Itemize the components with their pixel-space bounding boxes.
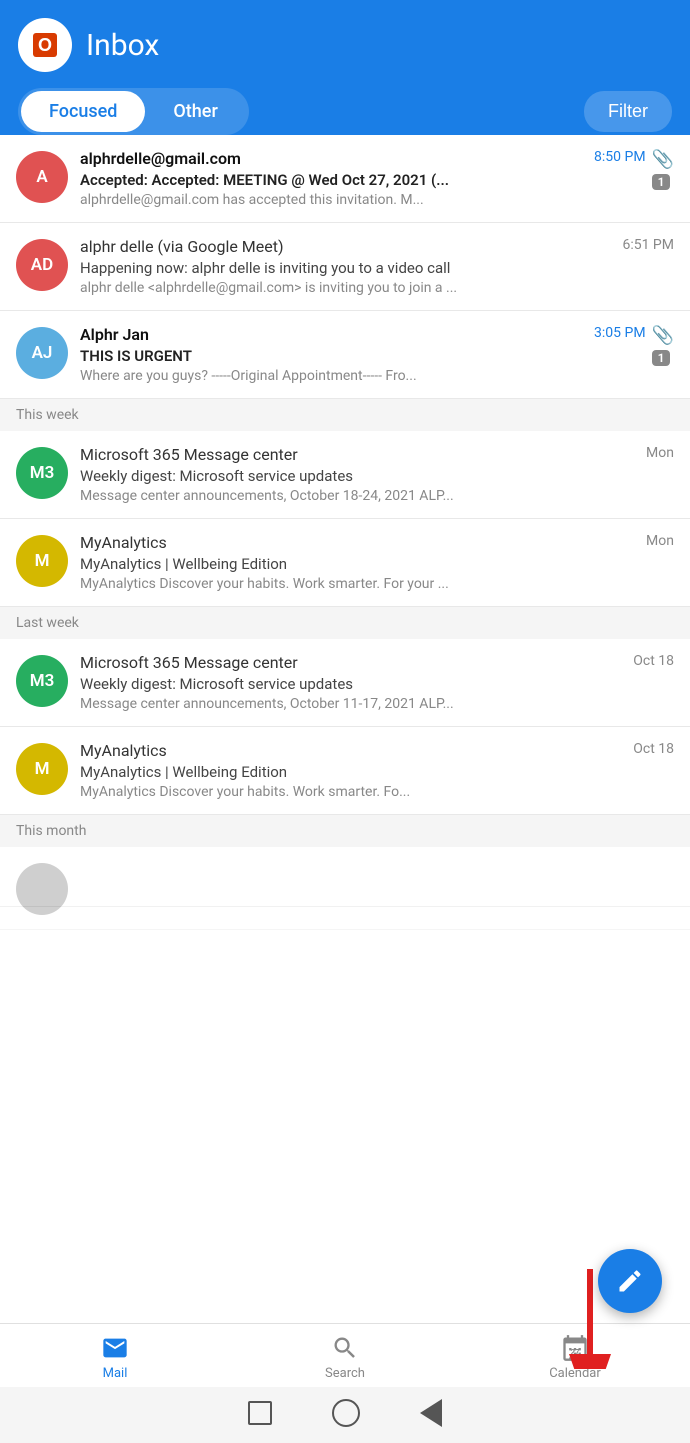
email-sender: MyAnalytics [80, 741, 625, 760]
svg-text:O: O [38, 35, 52, 55]
search-icon [331, 1334, 359, 1362]
email-preview: MyAnalytics Discover your habits. Work s… [80, 576, 674, 592]
email-time: Mon [646, 533, 674, 549]
office-logo: O [18, 18, 72, 72]
avatar: M [16, 535, 68, 587]
email-header-row: Alphr Jan 3:05 PM [80, 325, 646, 344]
email-subject: Happening now: alphr delle is inviting y… [80, 259, 674, 277]
nav-mail[interactable]: Mail [0, 1334, 230, 1381]
email-sender: Microsoft 365 Message center [80, 653, 625, 672]
email-sender: Alphr Jan [80, 325, 586, 344]
mail-nav-label: Mail [103, 1366, 128, 1381]
email-header-row: Microsoft 365 Message center Mon [80, 445, 674, 464]
email-header-row: Microsoft 365 Message center Oct 18 [80, 653, 674, 672]
attachment-icon: 📎 [652, 149, 674, 170]
this-week-section-label: This week [0, 399, 690, 431]
email-item[interactable]: Aalphrdelle@gmail.com 8:50 PM Accepted: Ac… [0, 135, 690, 223]
mail-icon [101, 1334, 129, 1362]
email-time: 8:50 PM [594, 149, 646, 165]
email-time: Oct 18 [633, 653, 674, 669]
filter-button[interactable]: Filter [584, 91, 672, 132]
email-content: alphrdelle@gmail.com 8:50 PM Accepted: Acc… [80, 149, 646, 208]
compose-fab[interactable] [598, 1249, 662, 1313]
last-week-emails: M3 Microsoft 365 Message center Oct 18 Week… [0, 639, 690, 815]
system-nav-bar [0, 1387, 690, 1443]
email-list: Aalphrdelle@gmail.com 8:50 PM Accepted: Ac… [0, 135, 690, 1323]
email-item[interactable]: AJ Alphr Jan 3:05 PM THIS IS URGENT Where ar… [0, 311, 690, 399]
email-subject: THIS IS URGENT [80, 347, 646, 365]
today-emails: Aalphrdelle@gmail.com 8:50 PM Accepted: Ac… [0, 135, 690, 399]
header-top: O Inbox [18, 18, 672, 72]
email-header-row: MyAnalytics Oct 18 [80, 741, 674, 760]
email-sender: Microsoft 365 Message center [80, 445, 638, 464]
email-subject: Weekly digest: Microsoft service updates [80, 467, 674, 485]
email-sender: alphr delle (via Google Meet) [80, 237, 614, 256]
email-item[interactable] [0, 847, 690, 930]
recent-apps-icon [248, 1401, 272, 1425]
avatar: M [16, 743, 68, 795]
email-content: alphr delle (via Google Meet) 6:51 PM Happ… [80, 237, 674, 296]
search-nav-label: Search [325, 1366, 365, 1381]
attachment-icon: 📎 [652, 325, 674, 346]
email-preview: MyAnalytics Discover your habits. Work s… [80, 784, 674, 800]
email-content: Microsoft 365 Message center Oct 18 Weekly… [80, 653, 674, 712]
email-item[interactable]: AD alphr delle (via Google Meet) 6:51 PM Ha… [0, 223, 690, 311]
last-week-section-label: Last week [0, 607, 690, 639]
email-subject: Accepted: Accepted: MEETING @ Wed Oct 27… [80, 171, 646, 189]
email-sender: alphrdelle@gmail.com [80, 149, 586, 168]
office-logo-icon: O [29, 29, 61, 61]
email-badge: 1 [652, 350, 671, 366]
email-time: Oct 18 [633, 741, 674, 757]
email-subject: MyAnalytics | Wellbeing Edition [80, 763, 674, 781]
email-item[interactable]: M MyAnalytics Oct 18 MyAnalytics | Wellbein… [0, 727, 690, 815]
avatar [16, 863, 68, 915]
this-week-emails: M3 Microsoft 365 Message center Mon Weekly … [0, 431, 690, 607]
email-content: Alphr Jan 3:05 PM THIS IS URGENT Where are … [80, 325, 646, 384]
email-preview: Message center announcements, October 18… [80, 488, 674, 504]
home-button[interactable] [332, 1399, 360, 1427]
avatar: M3 [16, 655, 68, 707]
email-header-row: alphr delle (via Google Meet) 6:51 PM [80, 237, 674, 256]
email-time: Mon [646, 445, 674, 461]
email-preview: Message center announcements, October 11… [80, 696, 674, 712]
email-header-row: MyAnalytics Mon [80, 533, 674, 552]
email-badge: 1 [652, 174, 671, 190]
email-subject: MyAnalytics | Wellbeing Edition [80, 555, 674, 573]
email-meta: 📎1 [652, 325, 674, 366]
avatar: A [16, 151, 68, 203]
email-preview: alphrdelle@gmail.com has accepted this i… [80, 192, 646, 208]
nav-search[interactable]: Search [230, 1334, 460, 1381]
email-time: 3:05 PM [594, 325, 646, 341]
email-item[interactable]: M3 Microsoft 365 Message center Oct 18 Week… [0, 639, 690, 727]
this-month-emails [0, 847, 690, 907]
avatar: M3 [16, 447, 68, 499]
back-button[interactable] [420, 1399, 442, 1427]
email-subject: Weekly digest: Microsoft service updates [80, 675, 674, 693]
recent-apps-button[interactable] [248, 1401, 272, 1425]
email-header-row: alphrdelle@gmail.com 8:50 PM [80, 149, 646, 168]
inbox-title: Inbox [86, 28, 159, 63]
email-content: Microsoft 365 Message center Mon Weekly di… [80, 445, 674, 504]
header: O Inbox Focused Other Filter [0, 0, 690, 135]
avatar: AD [16, 239, 68, 291]
email-preview: alphr delle <alphrdelle@gmail.com> is in… [80, 280, 674, 296]
this-month-section-label: This month [0, 815, 690, 847]
email-meta: 📎1 [652, 149, 674, 190]
back-icon [420, 1399, 442, 1427]
email-time: 6:51 PM [622, 237, 674, 253]
email-content: MyAnalytics Mon MyAnalytics | Wellbeing Ed… [80, 533, 674, 592]
email-item[interactable]: M MyAnalytics Mon MyAnalytics | Wellbeing E… [0, 519, 690, 607]
email-item[interactable]: M3 Microsoft 365 Message center Mon Weekly … [0, 431, 690, 519]
home-icon [332, 1399, 360, 1427]
header-tabs: Focused Other Filter [18, 88, 672, 135]
email-content: MyAnalytics Oct 18 MyAnalytics | Wellbeing… [80, 741, 674, 800]
tab-other[interactable]: Other [145, 91, 245, 132]
email-sender: MyAnalytics [80, 533, 638, 552]
avatar: AJ [16, 327, 68, 379]
tab-group: Focused Other [18, 88, 249, 135]
tab-focused[interactable]: Focused [21, 91, 145, 132]
compose-icon [616, 1267, 644, 1295]
email-preview: Where are you guys? -----Original Appoin… [80, 368, 646, 384]
